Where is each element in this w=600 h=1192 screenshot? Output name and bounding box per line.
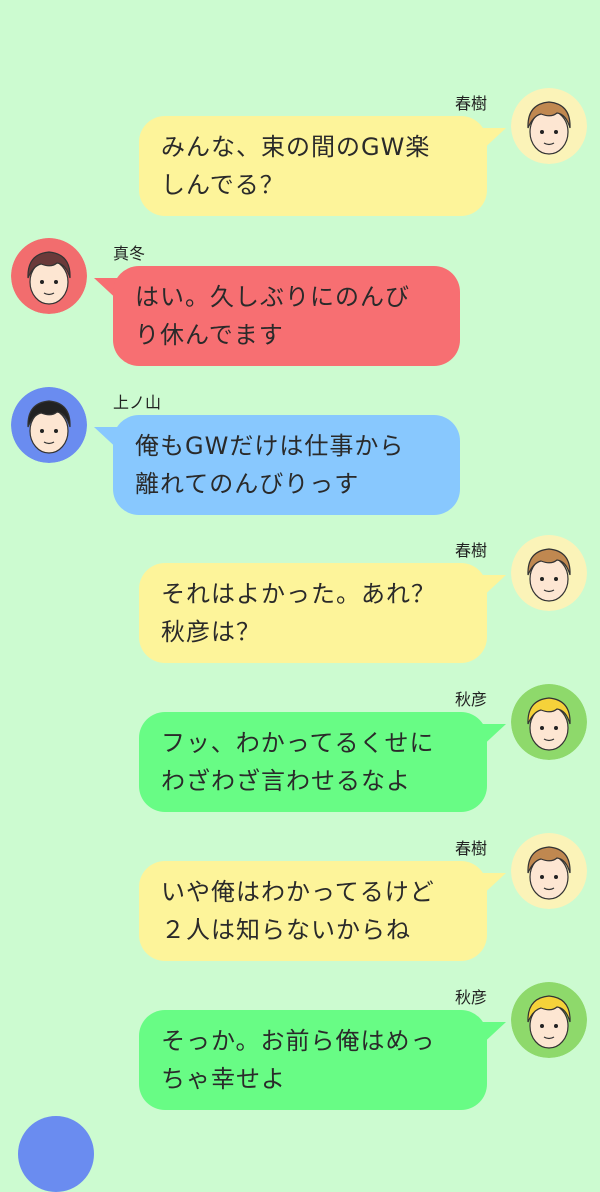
chat-message: 秋彦フッ、わかってるくせに わざわざ言わせるなよ (0, 684, 600, 834)
chat-message: 春樹いや俺はわかってるけど ２人は知らないからね (0, 833, 600, 983)
speaker-name: 春樹 (454, 94, 487, 113)
chat-message: 春樹みんな、束の間のGW楽 しんでる？ (0, 88, 600, 238)
haruki-avatar[interactable] (511, 88, 587, 164)
mafuyu-avatar[interactable] (11, 238, 87, 314)
message-bubble: それはよかった。あれ？ 秋彦は？ (139, 563, 487, 663)
partial-avatar (18, 1116, 94, 1192)
chat-message: 春樹それはよかった。あれ？ 秋彦は？ (0, 535, 600, 685)
message-bubble: はい。久しぶりにのんび り休んでます (113, 266, 460, 366)
message-bubble: フッ、わかってるくせに わざわざ言わせるなよ (139, 712, 487, 812)
message-bubble: みんな、束の間のGW楽 しんでる？ (139, 116, 487, 216)
chat-log: 春樹 みんな、束の間のGW楽 しんでる？ 真冬 はい。久しぶりにのんび り休んでます… (0, 0, 600, 1125)
chat-message: 真冬はい。久しぶりにのんび り休んでます (0, 238, 600, 388)
message-bubble: いや俺はわかってるけど ２人は知らないからね (139, 861, 487, 961)
akihiko-avatar[interactable] (511, 982, 587, 1058)
chat-message: 上ノ山俺もGWだけは仕事から 離れてのんびりっす (0, 387, 600, 537)
speaker-name: 上ノ山 (113, 393, 162, 412)
message-bubble: そっか。お前ら俺はめっ ちゃ幸せよ (139, 1010, 487, 1110)
speaker-name: 春樹 (454, 541, 487, 560)
akihiko-avatar[interactable] (511, 684, 587, 760)
message-bubble: 俺もGWだけは仕事から 離れてのんびりっす (113, 415, 460, 515)
speaker-name: 春樹 (454, 839, 487, 858)
chat-message: 秋彦そっか。お前ら俺はめっ ちゃ幸せよ (0, 982, 600, 1132)
speaker-name: 真冬 (113, 244, 146, 263)
speaker-name: 秋彦 (454, 690, 487, 709)
speaker-name: 秋彦 (454, 988, 487, 1007)
haruki-avatar[interactable] (511, 535, 587, 611)
uenoyama-avatar[interactable] (11, 387, 87, 463)
haruki-avatar[interactable] (511, 833, 587, 909)
